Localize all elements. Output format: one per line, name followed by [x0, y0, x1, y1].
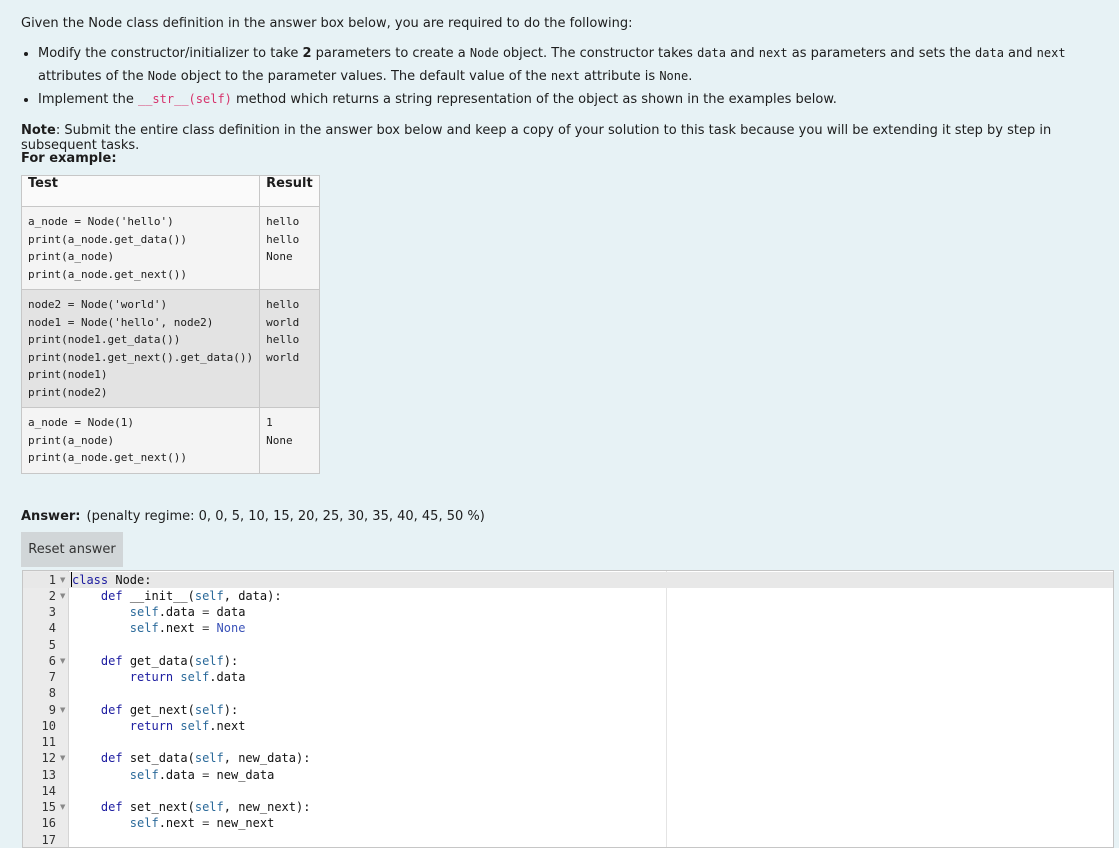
code-text: def __init__(self, data):: [100, 588, 282, 603]
requirement-str-method: Implement the __str__(self) method which…: [38, 88, 1113, 111]
code-text: self.next = None: [129, 621, 246, 636]
code-line[interactable]: 4 self.next = None: [23, 620, 1113, 636]
code-line[interactable]: 1 ▼ class Node:: [23, 571, 1113, 588]
fold-arrow-icon[interactable]: ▼: [60, 588, 65, 604]
code-line[interactable]: 2 ▼ def __init__(self, data):: [23, 588, 1113, 604]
line-number: 12: [41, 751, 56, 766]
code-line[interactable]: 11: [23, 734, 1113, 750]
code-line[interactable]: 8: [23, 685, 1113, 701]
result-cell: hello world hello world: [259, 289, 320, 408]
code-text: def get_next(self):: [100, 702, 239, 717]
line-number: 9: [48, 702, 56, 717]
code-line[interactable]: 5: [23, 637, 1113, 653]
result-cell: hello hello None: [259, 206, 320, 290]
reset-answer-button[interactable]: Reset answer: [21, 532, 123, 567]
requirements-list: Modify the constructor/initializer to ta…: [21, 42, 1113, 111]
question-intro: Given the Node class definition in the a…: [21, 16, 633, 31]
code-text: return self.data: [129, 670, 246, 684]
table-row: a_node = Node(1) print(a_node) print(a_n…: [20, 407, 320, 474]
submission-note: Note: Submit the entire class definition…: [21, 123, 1052, 153]
test-cell: a_node = Node('hello') print(a_node.get_…: [20, 206, 261, 290]
table-row: a_node = Node('hello') print(a_node.get_…: [20, 206, 320, 290]
code-line[interactable]: 12 ▼ def set_data(self, new_data):: [23, 750, 1113, 766]
table-header-row: Test Result: [20, 175, 320, 207]
line-number: 16: [41, 816, 56, 831]
code-line[interactable]: 10 return self.next: [23, 718, 1113, 734]
code-line[interactable]: 15 ▼ def set_next(self, new_next):: [23, 799, 1113, 815]
table-row: node2 = Node('world') node1 = Node('hell…: [20, 289, 320, 408]
line-number: 15: [41, 800, 56, 814]
line-number: 1: [48, 572, 56, 587]
answer-heading: Answer: (penalty regime: 0, 0, 5, 10, 15,…: [21, 509, 485, 524]
line-number: 4: [48, 621, 56, 636]
code-line[interactable]: 7 return self.data: [23, 669, 1113, 685]
fold-arrow-icon[interactable]: ▼: [60, 750, 65, 766]
line-number: 13: [41, 767, 56, 782]
code-line[interactable]: 13 self.data = new_data: [23, 767, 1113, 783]
code-text: def set_next(self, new_next):: [100, 800, 311, 814]
line-number: 14: [41, 783, 56, 798]
code-text: class Node:: [72, 572, 152, 587]
code-line[interactable]: 14: [23, 783, 1113, 799]
line-number: 8: [48, 686, 56, 701]
line-number: 11: [41, 735, 56, 749]
code-text: def set_data(self, new_data):: [100, 751, 311, 766]
line-number: 3: [48, 605, 56, 619]
penalty-regime: (penalty regime: 0, 0, 5, 10, 15, 20, 25…: [86, 509, 485, 524]
code-text: self.data = data: [129, 605, 246, 619]
fold-arrow-icon[interactable]: ▼: [60, 702, 65, 718]
code-text: def get_data(self):: [100, 653, 239, 668]
line-number: 6: [48, 653, 56, 668]
fold-arrow-icon[interactable]: ▼: [60, 572, 65, 588]
code-text: self.next = new_next: [129, 816, 275, 831]
code-line[interactable]: 6 ▼ def get_data(self):: [23, 653, 1113, 669]
text-cursor: [71, 572, 72, 587]
code-line[interactable]: 17: [23, 832, 1113, 848]
result-column-header: Result: [259, 175, 320, 207]
result-cell: 1 None: [259, 407, 320, 474]
line-number: 5: [48, 637, 56, 652]
examples-table: Test Result a_node = Node('hello') print…: [20, 175, 320, 474]
line-number: 10: [41, 718, 56, 733]
test-cell: node2 = Node('world') node1 = Node('hell…: [20, 289, 261, 408]
test-column-header: Test: [20, 175, 261, 207]
code-editor[interactable]: 1 ▼ class Node: 2 ▼ def __init__(self, data)…: [22, 570, 1114, 848]
line-number: 7: [48, 670, 56, 684]
requirement-constructor: Modify the constructor/initializer to ta…: [38, 42, 1113, 88]
code-text: return self.next: [129, 718, 246, 733]
code-line[interactable]: 16 self.next = new_next: [23, 815, 1113, 831]
fold-arrow-icon[interactable]: ▼: [60, 653, 65, 669]
code-line[interactable]: 9 ▼ def get_next(self):: [23, 702, 1113, 718]
line-number: 2: [48, 588, 56, 603]
test-cell: a_node = Node(1) print(a_node) print(a_n…: [20, 407, 261, 474]
code-text: self.data = new_data: [129, 767, 275, 782]
for-example-heading: For example:: [21, 151, 117, 166]
fold-arrow-icon[interactable]: ▼: [60, 799, 65, 815]
code-line[interactable]: 3 self.data = data: [23, 604, 1113, 620]
line-number: 17: [41, 832, 56, 847]
